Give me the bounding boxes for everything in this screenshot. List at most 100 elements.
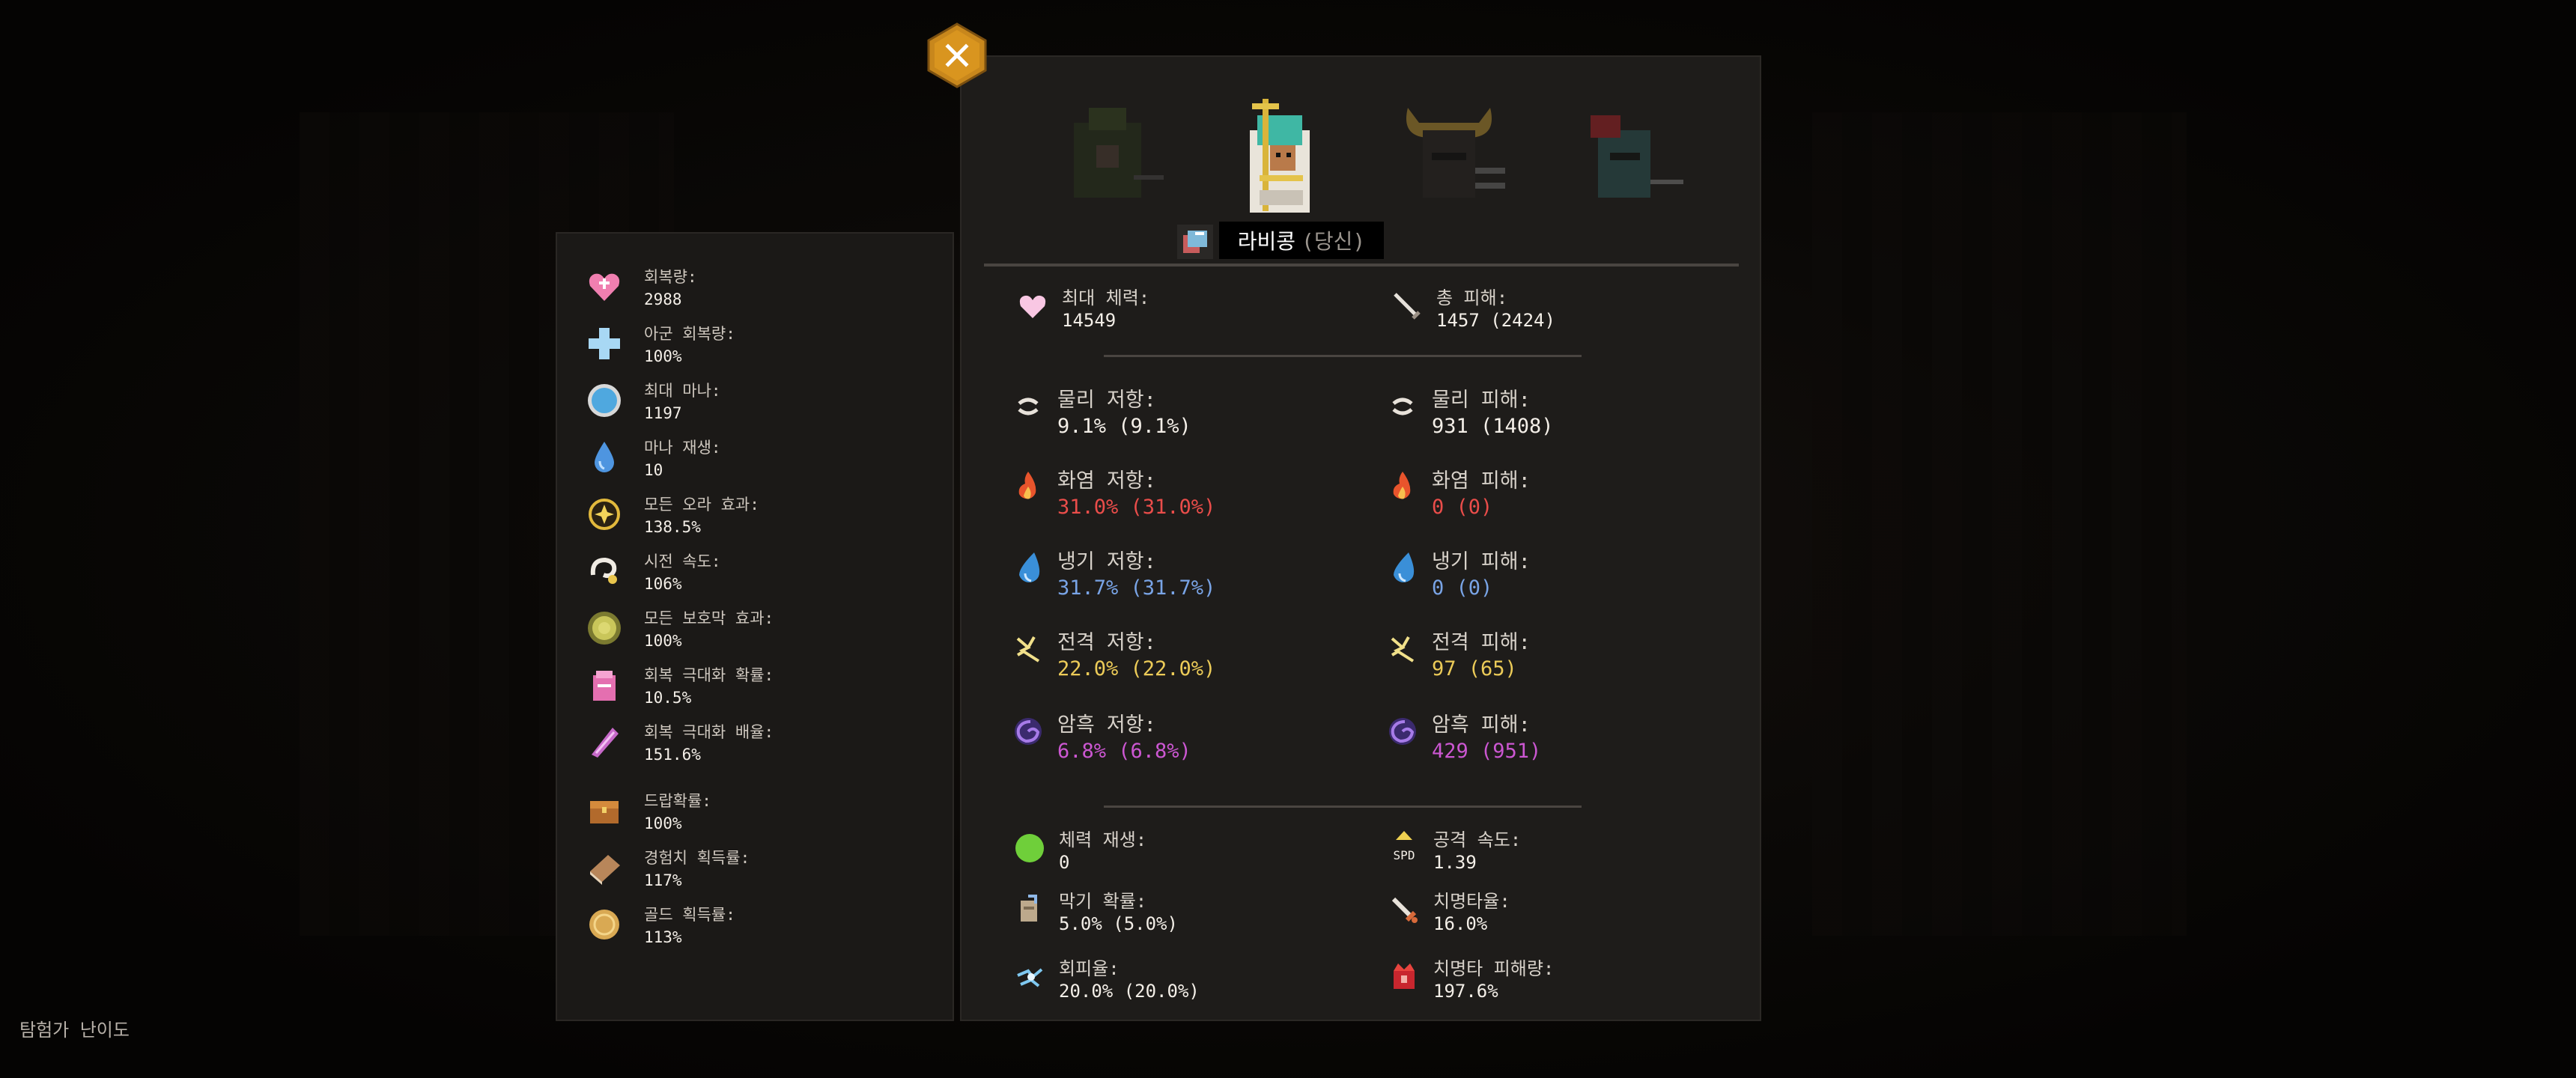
stat-value: 10 <box>644 461 663 479</box>
stat-value: 22.0% (22.0%) <box>1057 657 1216 680</box>
stat-label: 체력 재생: <box>1059 829 1147 850</box>
stat-label: 물리 피해: <box>1432 389 1531 412</box>
stat-label: 회피율: <box>1059 958 1120 979</box>
physical-icon <box>1009 388 1047 425</box>
chest-icon <box>586 792 623 829</box>
stat-heal-crit-chance: 회복 극대화 확률: 10.5% <box>586 663 945 716</box>
stat-label: 모든 보호막 효과: <box>644 609 774 627</box>
stat-label: 전격 피해: <box>1432 631 1531 654</box>
section-divider <box>1104 806 1582 808</box>
stat-label: 암흑 피해: <box>1432 713 1531 737</box>
stat-value: 429 (951) <box>1432 740 1542 763</box>
mana-drop-icon <box>586 439 623 476</box>
stat-label: 총 피해: <box>1436 287 1508 308</box>
stat-heal-crit-multiplier: 회복 극대화 배율: 151.6% <box>586 720 945 773</box>
stat-label: 최대 체력: <box>1062 287 1150 308</box>
shield-orb-icon <box>586 609 623 647</box>
cold-drop-icon <box>1384 549 1421 587</box>
stat-aura-effect: 모든 오라 효과: 138.5% <box>586 493 945 545</box>
stat-value: 1197 <box>644 404 682 422</box>
aura-icon <box>586 496 623 533</box>
stat-label: 치명타율: <box>1433 891 1510 912</box>
heal-heart-icon <box>586 268 623 305</box>
speed-icon: SPD <box>1385 829 1423 867</box>
stat-value: 931 (1408) <box>1432 415 1554 438</box>
stat-label: 최대 마나: <box>644 382 721 400</box>
stat-gold-gain: 골드 획득률: 113% <box>586 903 945 955</box>
stat-value: 138.5% <box>644 518 701 536</box>
stat-label: 냉기 피해: <box>1432 550 1531 573</box>
close-icon[interactable] <box>927 22 987 88</box>
sword-icon <box>1388 287 1426 325</box>
stat-label: 시전 속도: <box>644 552 721 570</box>
crit-dagger-icon <box>1385 891 1423 928</box>
stat-value: 0 <box>1059 852 1070 873</box>
stat-value: 6.8% (6.8%) <box>1057 740 1191 763</box>
selected-character-portrait[interactable] <box>1216 93 1343 228</box>
stat-value: 197.6% <box>1433 981 1498 1002</box>
stat-value: 5.0% (5.0%) <box>1059 913 1178 934</box>
stat-label: 물리 저항: <box>1057 389 1156 412</box>
stat-label: 막기 확률: <box>1059 891 1147 912</box>
evasion-icon <box>1011 958 1048 996</box>
cold-drop-icon <box>1009 549 1047 587</box>
stat-mana-regen: 마나 재생: 10 <box>586 436 945 488</box>
stat-ally-heal: 아군 회복량: 100% <box>586 322 945 374</box>
stat-value: 97 (65) <box>1432 657 1517 680</box>
heal-crit-multiplier-icon <box>586 723 623 761</box>
fire-icon <box>1384 469 1421 506</box>
stat-value: 100% <box>644 632 682 650</box>
stat-label: 드랍확률: <box>644 792 711 810</box>
dark-vortex-icon <box>1384 713 1421 750</box>
party-member-portrait[interactable] <box>1044 93 1171 228</box>
crit-damage-icon <box>1385 958 1423 996</box>
character-name-tag: 라비콩 (당신) <box>1219 222 1384 259</box>
stat-label: 아군 회복량: <box>644 325 735 343</box>
background-pillars-right <box>1812 112 2187 936</box>
stat-max-mana: 최대 마나: 1197 <box>586 379 945 431</box>
stat-label: 골드 획득률: <box>644 906 735 924</box>
cast-swirl-icon <box>586 552 623 590</box>
character-name: 라비콩 <box>1237 229 1296 254</box>
stat-label: 모든 오라 효과: <box>644 496 759 514</box>
stat-heal-amount: 회복량: 2988 <box>586 265 945 317</box>
regen-orb-icon <box>1011 829 1048 867</box>
stat-value: 31.0% (31.0%) <box>1057 496 1216 519</box>
close-button[interactable] <box>927 22 987 88</box>
section-divider <box>984 264 1739 267</box>
stat-value: 1.39 <box>1433 852 1477 873</box>
character-rank-badge-icon <box>1177 225 1213 259</box>
fire-icon <box>1009 469 1047 506</box>
stat-value: 16.0% <box>1433 913 1488 934</box>
stat-label: 암흑 저항: <box>1057 713 1156 737</box>
difficulty-label: 탐험가 난이도 <box>19 1020 130 1041</box>
stat-label: 화염 저항: <box>1057 469 1156 493</box>
gold-coin-icon <box>586 906 623 943</box>
stat-label: 회복량: <box>644 268 697 286</box>
stat-value: 0 (0) <box>1432 496 1493 519</box>
stat-label: 화염 피해: <box>1432 469 1531 493</box>
stat-label: 마나 재생: <box>644 439 721 457</box>
party-member-portrait[interactable] <box>1385 93 1513 228</box>
book-icon <box>586 849 623 886</box>
stat-value: 151.6% <box>644 746 701 764</box>
mana-orb-icon <box>586 382 623 419</box>
stat-value: 2988 <box>644 290 682 308</box>
stat-value: 31.7% (31.7%) <box>1057 576 1216 600</box>
stat-value: 9.1% (9.1%) <box>1057 415 1191 438</box>
stat-label: 회복 극대화 확률: <box>644 666 774 684</box>
block-shield-icon <box>1011 891 1048 928</box>
stat-value: 0 (0) <box>1432 576 1493 600</box>
stat-value: 113% <box>644 928 682 946</box>
section-divider <box>1104 355 1582 357</box>
stat-label: 공격 속도: <box>1433 829 1522 850</box>
stat-value: 117% <box>644 871 682 889</box>
stat-value: 100% <box>644 347 682 365</box>
stat-value: 1457 (2424) <box>1436 310 1555 331</box>
stat-label: 냉기 저항: <box>1057 550 1156 573</box>
heart-icon <box>1014 287 1051 325</box>
party-member-portrait[interactable] <box>1561 93 1688 228</box>
dark-vortex-icon <box>1009 713 1047 750</box>
speed-icon-text: SPD <box>1394 848 1415 862</box>
stat-value: 10.5% <box>644 689 692 707</box>
